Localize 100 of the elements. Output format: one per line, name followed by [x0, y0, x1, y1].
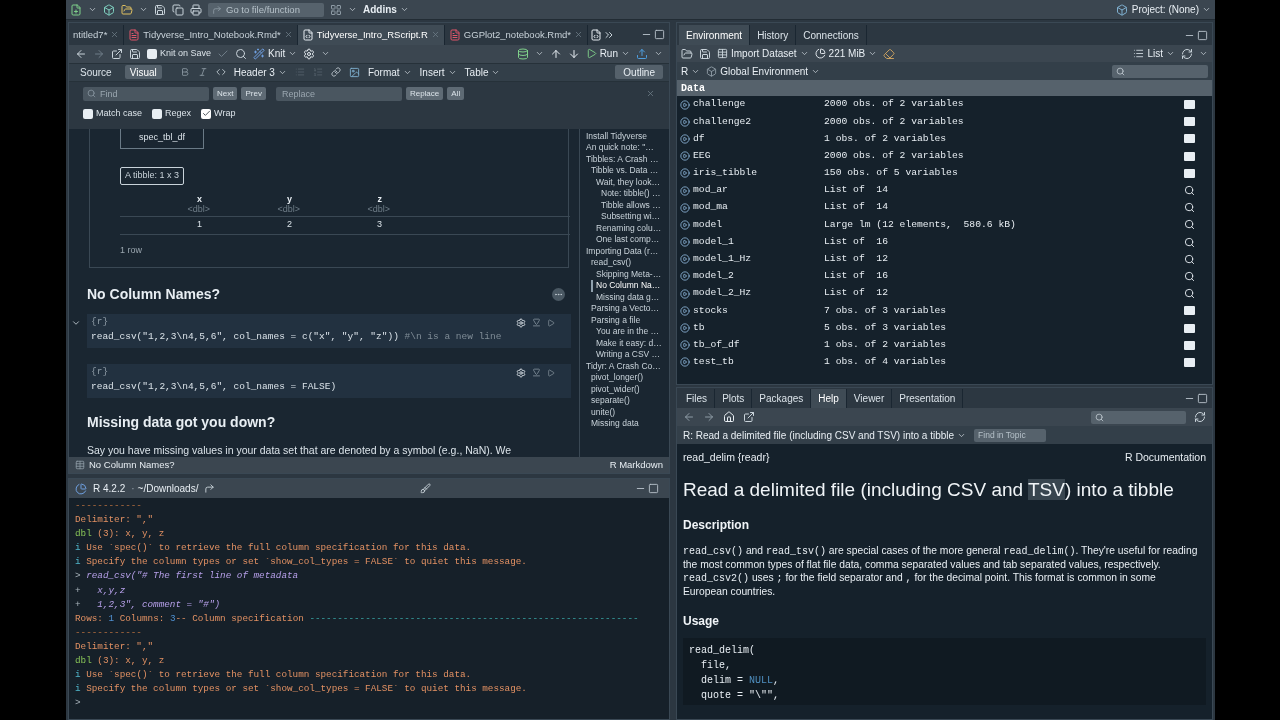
- row-count: 1 row: [120, 243, 142, 257]
- replace-all-button[interactable]: All: [447, 87, 465, 101]
- output-tab[interactable]: spec_tbl_df: [120, 128, 205, 149]
- environment-row[interactable]: tb 5 obs. of 3 variables: [677, 319, 1212, 337]
- outline-item[interactable]: read_csv(): [586, 257, 632, 269]
- pane-tab[interactable]: Environment: [679, 25, 751, 45]
- format-menu[interactable]: Format: [367, 64, 412, 80]
- replace-field[interactable]: Replace: [275, 86, 402, 101]
- column-header: z: [377, 193, 383, 204]
- language-menu[interactable]: R: [681, 63, 701, 79]
- console-line: >: [75, 696, 82, 711]
- environment-row[interactable]: df 1 obs. of 2 variables: [677, 130, 1212, 148]
- outline-item[interactable]: Subsetting wi…: [596, 211, 661, 223]
- run-button[interactable]: Run: [585, 46, 630, 62]
- outline-item[interactable]: No Column Na…: [591, 280, 661, 292]
- environment-row[interactable]: model_2 List of 16: [677, 267, 1212, 286]
- pane-tab[interactable]: Help: [811, 389, 847, 408]
- outline-item[interactable]: separate(): [586, 395, 630, 407]
- outline-item[interactable]: Missing data g…: [591, 291, 660, 304]
- section-menu[interactable]: No Column Names?: [89, 457, 175, 473]
- outline-item[interactable]: Writing a CSV …: [591, 349, 661, 361]
- outline-button[interactable]: Outline: [615, 65, 663, 80]
- outline-item[interactable]: Install Tidyverse: [581, 130, 647, 143]
- outline-item[interactable]: Make it easy: d…: [591, 337, 662, 350]
- knit-button[interactable]: Knit: [253, 46, 298, 62]
- outline-item[interactable]: Tibbles: A Crash …: [581, 153, 659, 166]
- outline-item[interactable]: An quick note: "…: [581, 142, 654, 154]
- variable-value: List of 16: [824, 269, 888, 284]
- checkbox-label: Knit on Save: [160, 47, 212, 61]
- variable-name: model_2_Hz: [692, 286, 753, 301]
- variable-value: List of 12: [824, 286, 888, 301]
- format-menu[interactable]: Insert: [419, 64, 457, 80]
- variable-value: 150 obs. of 5 variables: [824, 166, 958, 181]
- variable-name: tb: [692, 320, 706, 335]
- environment-row[interactable]: mod_ar List of 14: [677, 181, 1212, 200]
- environment-row[interactable]: mod_ma List of 14: [677, 199, 1212, 217]
- memory-menu[interactable]: 221 MiB: [814, 46, 878, 61]
- console-line: Delimiter: ",": [75, 513, 155, 528]
- environment-row[interactable]: challenge 2000 obs. of 2 variables: [677, 96, 1212, 114]
- format-menu[interactable]: Table: [464, 64, 501, 80]
- outline-item[interactable]: Note: tibble() …: [596, 188, 661, 200]
- column-header: x: [197, 193, 203, 204]
- column-type: <dbl>: [367, 203, 390, 214]
- package-label: read_delim {readr}: [683, 450, 770, 465]
- heading-menu[interactable]: Header 3: [233, 64, 287, 80]
- table-cell-text: 1: [196, 218, 203, 232]
- environment-row[interactable]: challenge2 2000 obs. of 2 variables: [677, 113, 1212, 131]
- project-menu[interactable]: Project: (None): [1131, 2, 1211, 17]
- variable-name: stocks: [692, 303, 729, 318]
- variable-name: test_tb: [692, 355, 735, 370]
- outline-item[interactable]: One last comp…: [591, 234, 660, 246]
- environment-row[interactable]: model_1_Hz List of 12: [677, 250, 1212, 268]
- help-title: Read a delimited file (including CSV and TSV) into a tibble: [683, 478, 1174, 500]
- editor-tab[interactable]: Tidyverse_Intro_RScript.R: [297, 24, 445, 45]
- find-field[interactable]: Find: [83, 86, 209, 101]
- import-dataset-menu[interactable]: Import Dataset: [717, 46, 809, 61]
- environment-row[interactable]: model Large lm (12 elements, 580.6 kB): [677, 216, 1212, 234]
- next-button[interactable]: Next: [213, 87, 238, 101]
- prev-button[interactable]: Prev: [241, 87, 266, 101]
- outline-item[interactable]: You are in the …: [591, 326, 659, 338]
- view-menu[interactable]: List: [1133, 46, 1175, 61]
- outline-item[interactable]: pivot_longer(): [586, 372, 643, 384]
- environment-row[interactable]: stocks 7 obs. of 3 variables: [677, 302, 1212, 320]
- outline-item[interactable]: Tibble vs. Data …: [586, 165, 659, 177]
- console-line: > read_csv("# The first line of metadata: [75, 569, 300, 584]
- working-directory: ~/Downloads/: [137, 482, 199, 496]
- outline-item[interactable]: Importing Data (r…: [581, 245, 659, 258]
- variable-value: Large lm (12 elements, 580.6 kB): [824, 217, 1016, 232]
- find-in-topic-field[interactable]: Find in Topic: [974, 428, 1047, 442]
- environment-row[interactable]: EEG 2000 obs. of 2 variables: [677, 147, 1212, 165]
- outline-item[interactable]: pivot_wider(): [586, 383, 640, 396]
- outline-item[interactable]: unite(): [586, 406, 616, 419]
- outline-item[interactable]: Tidyr: A Crash Co…: [581, 360, 661, 373]
- environment-menu[interactable]: Global Environment: [706, 63, 821, 79]
- mode-tab[interactable]: Visual: [124, 65, 162, 80]
- outline-item[interactable]: Missing data: [586, 418, 639, 430]
- console-line: dbl (3): x, y, z: [75, 654, 166, 669]
- environment-row[interactable]: model_1 List of 16: [677, 233, 1212, 251]
- environment-row[interactable]: model_2_Hz List of 12: [677, 285, 1212, 303]
- environment-row[interactable]: test_tb 1 obs. of 4 variables: [677, 353, 1212, 371]
- variable-name: tb_of_df: [692, 337, 741, 352]
- section-heading: Description: [683, 518, 749, 533]
- outline-item[interactable]: Parsing a file: [586, 314, 641, 327]
- outline-item[interactable]: Parsing a Vecto…: [586, 303, 660, 315]
- document-type-menu[interactable]: R Markdown: [609, 457, 663, 473]
- outline-item[interactable]: Tibble allows …: [596, 199, 661, 212]
- environment-row[interactable]: iris_tibble 150 obs. of 5 variables: [677, 164, 1212, 182]
- outline-item[interactable]: Skipping Meta-…: [591, 268, 662, 281]
- checkbox-label: Match case: [96, 106, 143, 120]
- outline-item[interactable]: Wait, they look…: [591, 176, 660, 189]
- replace-button[interactable]: Replace: [405, 87, 444, 101]
- mode-tab[interactable]: Source: [75, 65, 117, 80]
- outline-item[interactable]: Renaming colu…: [591, 222, 662, 235]
- goto-field[interactable]: Go to file/function: [208, 2, 324, 17]
- section-heading: Usage: [683, 614, 720, 629]
- variable-name: df: [692, 131, 706, 146]
- console-line: i Specify the column types or set `show_col_types = FALSE` to quiet this message.: [75, 555, 528, 570]
- environment-row[interactable]: tb_of_df 1 obs. of 2 variables: [677, 336, 1212, 354]
- addins-menu[interactable]: Addins: [363, 2, 409, 17]
- topic-menu[interactable]: R: Read a delimited file (including CSV and TSV) into a tibble: [683, 427, 967, 443]
